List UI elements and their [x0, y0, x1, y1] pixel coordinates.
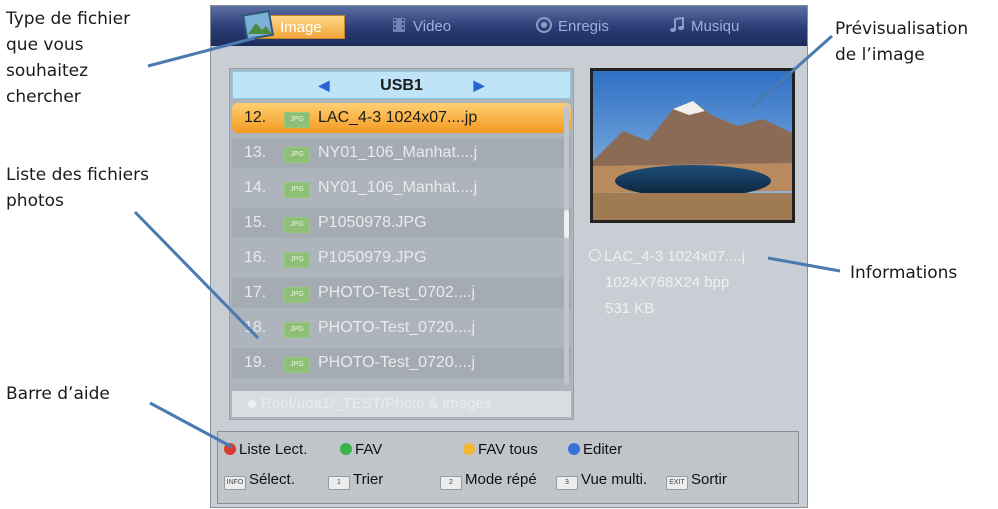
callout-line-info	[767, 256, 841, 273]
callout-line-preview	[751, 34, 833, 109]
callout-line-help-bar	[149, 401, 233, 449]
callout-line-file-type	[147, 36, 256, 68]
callout-lines	[133, 34, 841, 449]
callout-line-file-list	[133, 210, 260, 340]
